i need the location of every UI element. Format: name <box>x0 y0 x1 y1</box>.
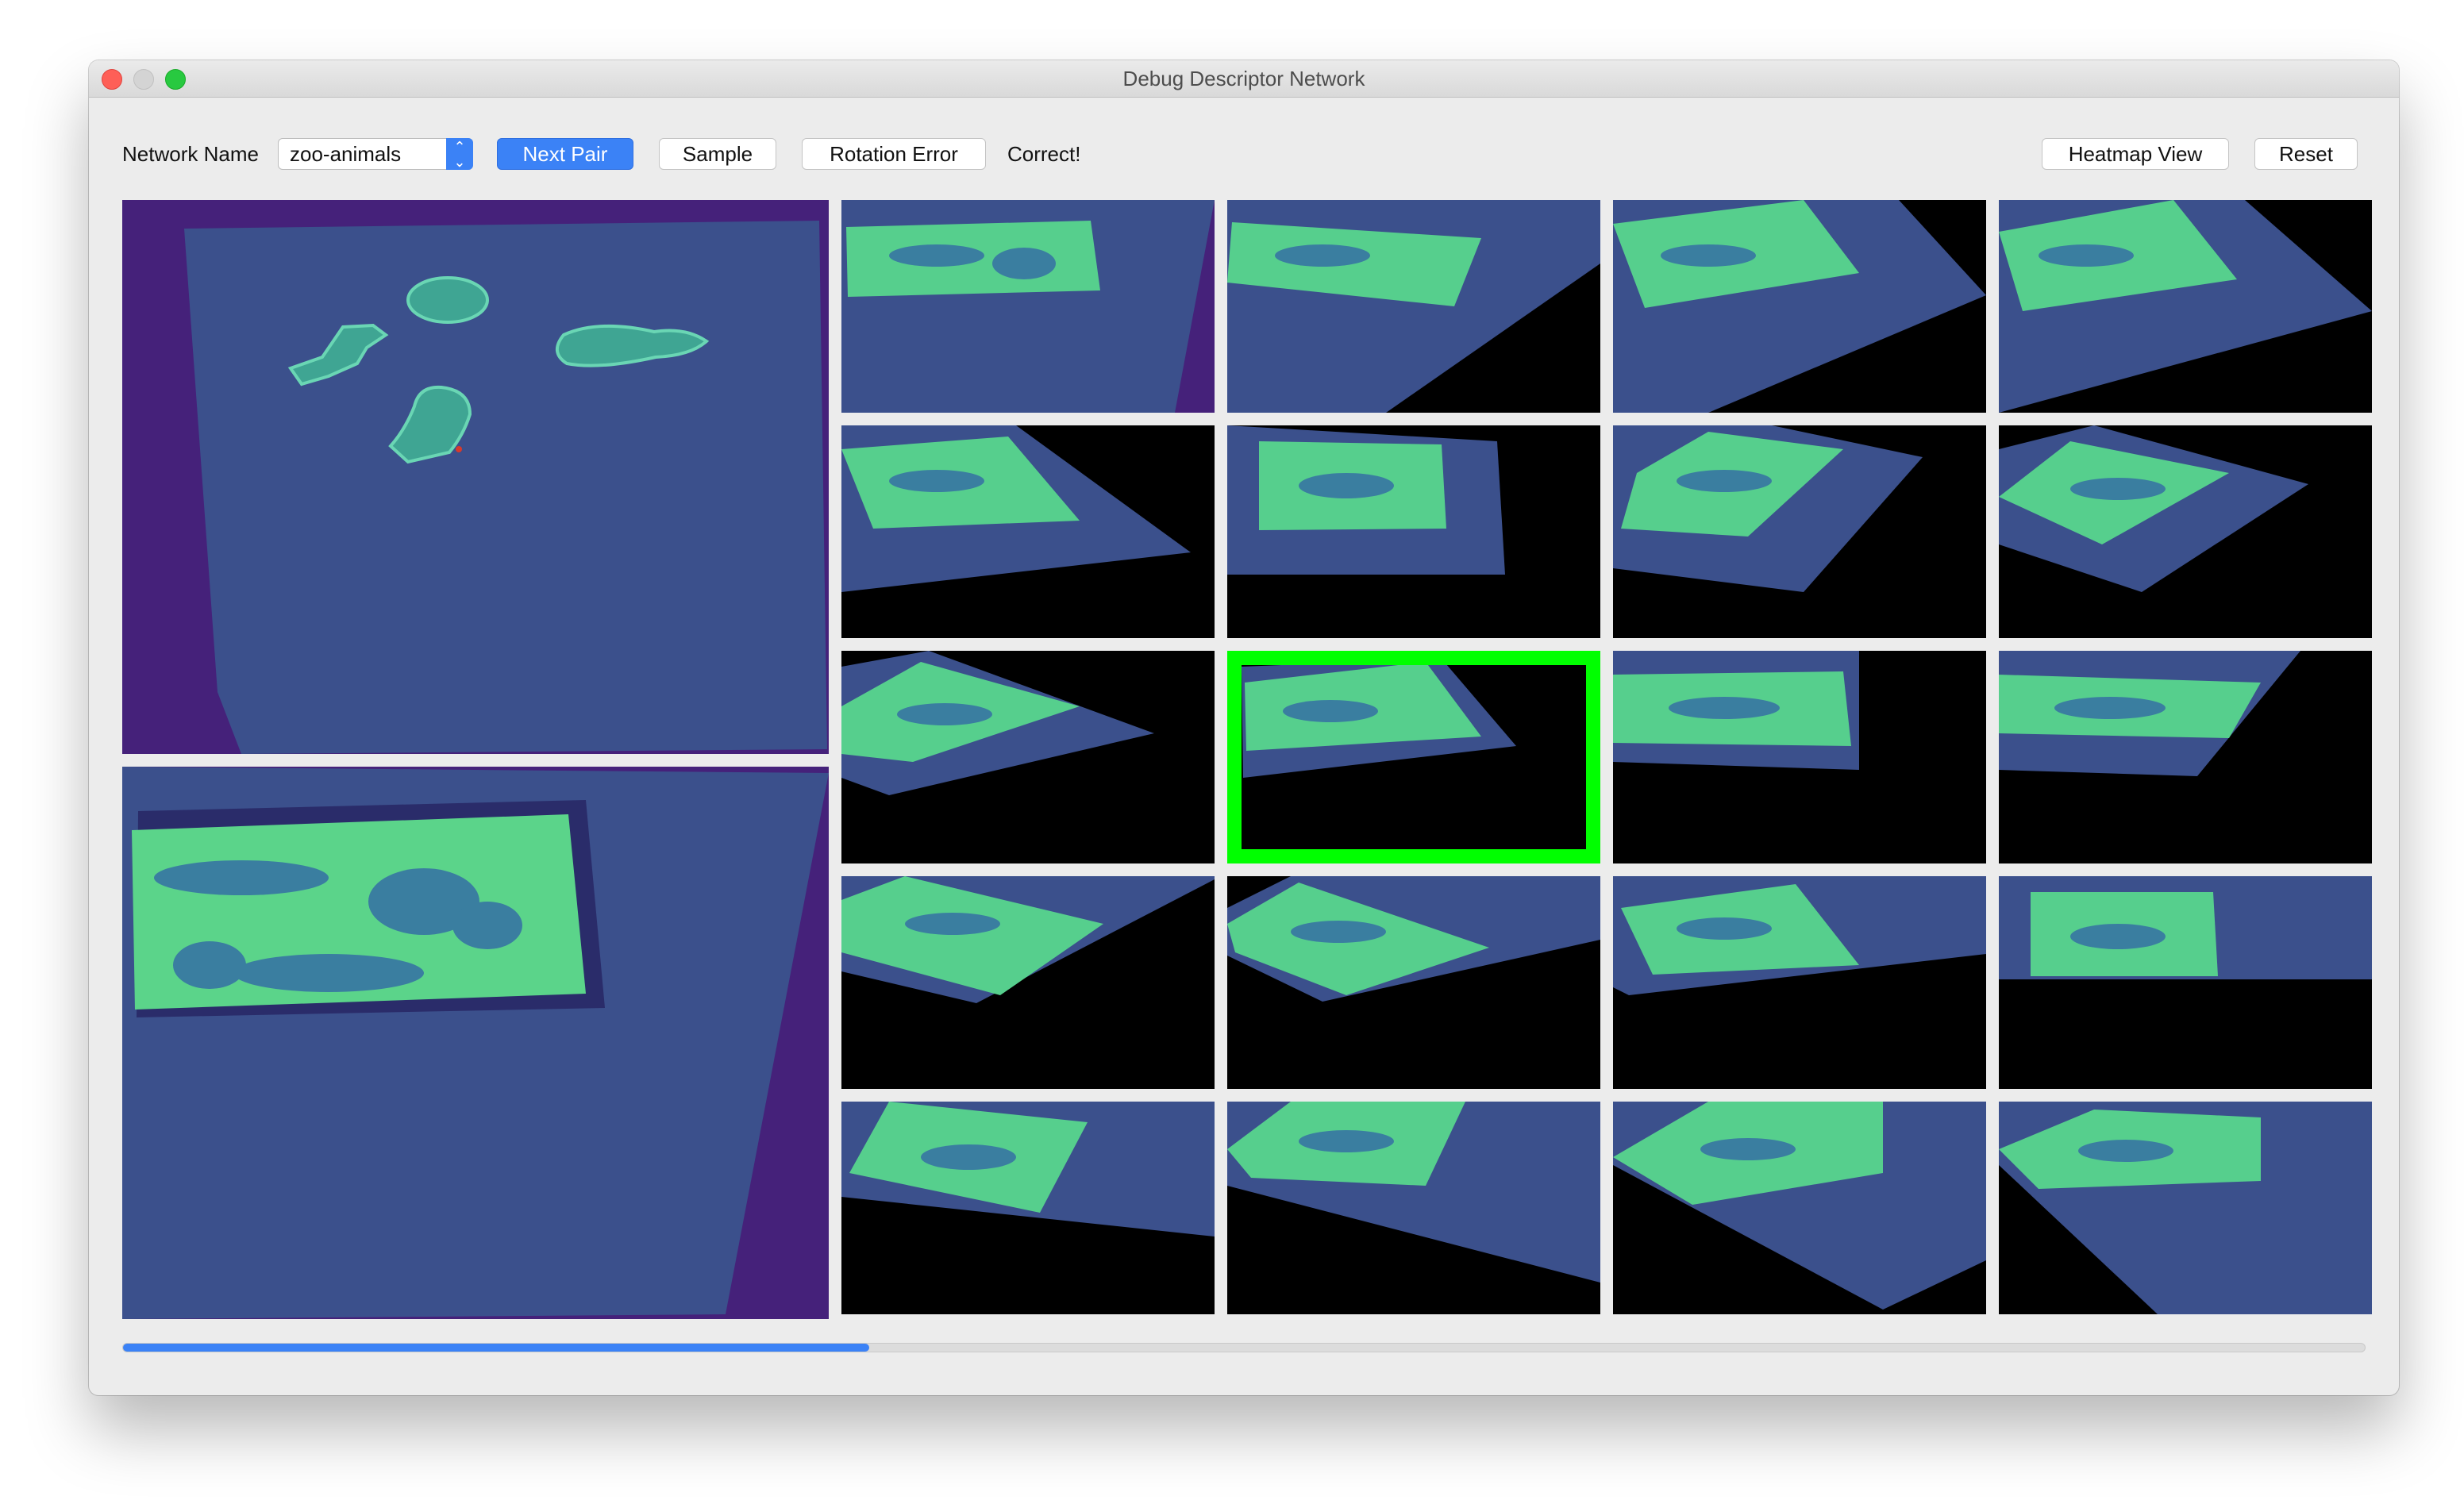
thumbnail-15[interactable] <box>1613 876 1986 1089</box>
thumbnail-14[interactable] <box>1227 876 1600 1089</box>
rotation-error-button[interactable]: Rotation Error <box>802 138 986 170</box>
network-name-label: Network Name <box>122 142 259 166</box>
network-name-select[interactable]: zoo-animals ⌃ ⌃ <box>278 138 473 170</box>
thumbnail-6[interactable] <box>1227 425 1600 638</box>
target-image-panel <box>122 767 829 1319</box>
status-text: Correct! <box>1007 142 1081 166</box>
thumbnail-9[interactable] <box>841 651 1215 863</box>
thumbnail-19[interactable] <box>1613 1102 1986 1314</box>
thumbnail-10-highlighted[interactable] <box>1227 651 1600 863</box>
thumbnail-18[interactable] <box>1227 1102 1600 1314</box>
thumbnail-13[interactable] <box>841 876 1215 1089</box>
thumbnail-3[interactable] <box>1613 200 1986 413</box>
network-name-value: zoo-animals <box>290 142 402 166</box>
heatmap-view-button[interactable]: Heatmap View <box>2042 138 2229 170</box>
title-bar: Debug Descriptor Network <box>89 60 2399 98</box>
thumbnail-1[interactable] <box>841 200 1215 413</box>
thumbnail-11[interactable] <box>1613 651 1986 863</box>
source-image-panel <box>122 200 829 754</box>
thumbnail-5[interactable] <box>841 425 1215 638</box>
thumbnail-7[interactable] <box>1613 425 1986 638</box>
thumbnail-4[interactable] <box>1999 200 2372 413</box>
thumbnail-2[interactable] <box>1227 200 1600 413</box>
chevron-updown-icon: ⌃ ⌃ <box>446 138 473 170</box>
next-pair-button[interactable]: Next Pair <box>497 138 633 170</box>
progress-bar-fill <box>123 1344 870 1352</box>
app-window: Debug Descriptor Network Network Name zo… <box>89 60 2399 1395</box>
source-image <box>122 200 829 754</box>
thumbnail-12[interactable] <box>1999 651 2372 863</box>
thumbnail-20[interactable] <box>1999 1102 2372 1314</box>
thumbnail-17[interactable] <box>841 1102 1215 1314</box>
target-image <box>122 767 829 1319</box>
sample-button[interactable]: Sample <box>659 138 776 170</box>
progress-bar <box>122 1343 2366 1352</box>
thumbnail-8[interactable] <box>1999 425 2372 638</box>
reset-button[interactable]: Reset <box>2254 138 2358 170</box>
window-title: Debug Descriptor Network <box>1122 67 1365 90</box>
thumbnail-16[interactable] <box>1999 876 2372 1089</box>
